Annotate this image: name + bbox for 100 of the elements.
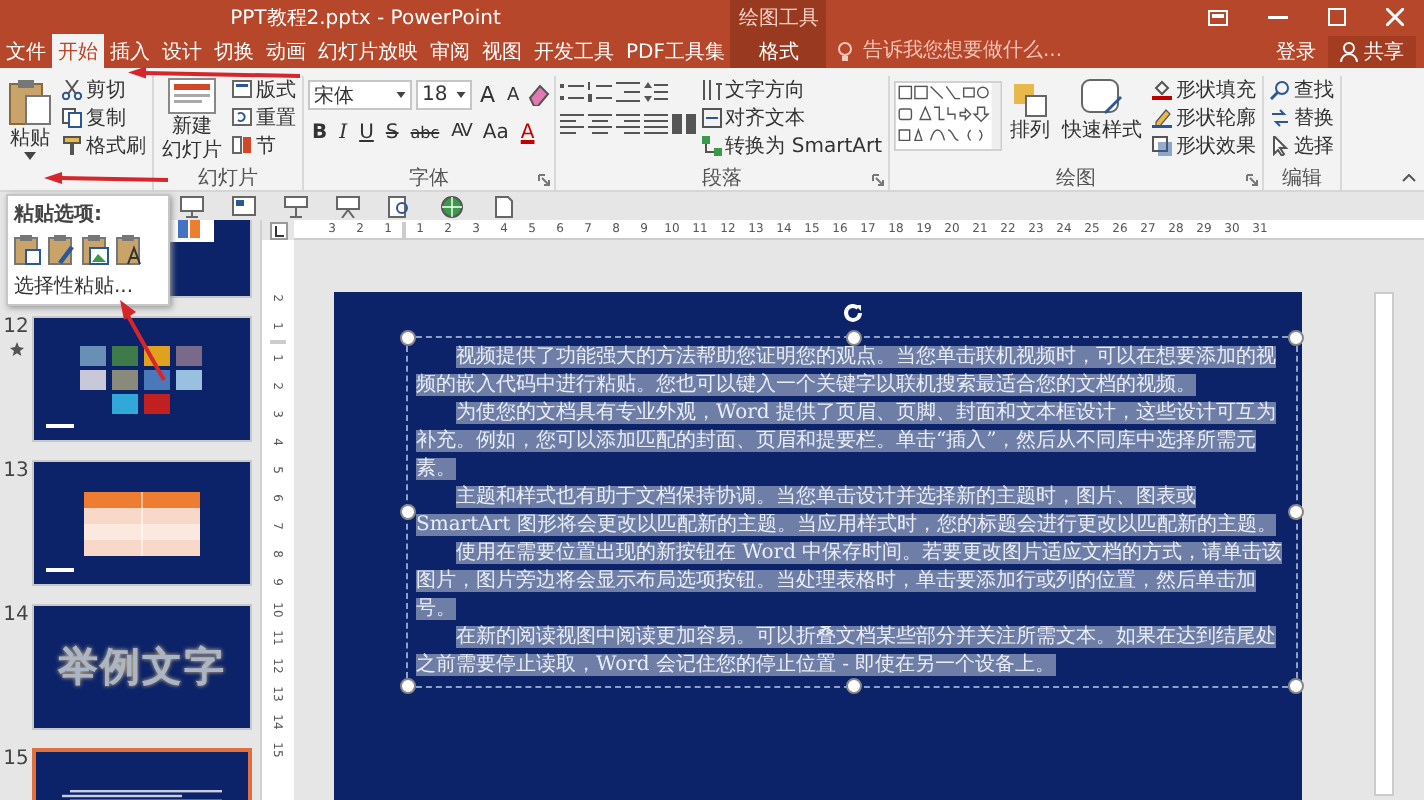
ribbon-tab[interactable]: 设计 (156, 34, 208, 68)
section-button[interactable]: 节 (230, 132, 298, 158)
numbered-list-icon[interactable] (587, 82, 612, 102)
group-label: 字体 (408, 165, 449, 192)
dialog-launcher-icon[interactable] (1246, 174, 1259, 186)
presentation-icon[interactable] (336, 195, 360, 217)
align-center-icon[interactable] (587, 114, 612, 134)
slide-thumbnail[interactable]: 举例文字 (32, 604, 252, 730)
align-left-icon[interactable] (559, 114, 584, 134)
format-button[interactable]: Aa (478, 118, 513, 146)
font-name-field[interactable]: 宋体 (308, 80, 412, 110)
convert-to-smartart-button[interactable]: 转换为 SmartArt (699, 132, 885, 158)
close-icon[interactable] (1386, 8, 1404, 26)
resize-handle[interactable] (1288, 330, 1304, 346)
shape-gallery-drawing[interactable] (894, 76, 1003, 156)
eraser-icon[interactable] (527, 84, 550, 106)
dialog-launcher-icon[interactable] (537, 174, 550, 186)
new-slide-button[interactable]: 新建 幻灯片 (158, 76, 226, 164)
ribbon-tab[interactable]: 视图 (476, 34, 528, 68)
font-size-field[interactable]: 18 (416, 80, 472, 110)
copy-button[interactable]: 复制 (60, 104, 148, 130)
layout-button[interactable]: 版式 (230, 76, 298, 102)
group-label: 编辑 (1282, 165, 1323, 192)
rotate-handle-icon[interactable] (842, 302, 864, 324)
quick-styles-button[interactable]: 快速样式 (1058, 76, 1147, 144)
group-label: 段落 (701, 165, 742, 192)
screen-icon[interactable] (180, 195, 204, 217)
font-size-button[interactable]: A (476, 81, 500, 109)
paste-button[interactable]: 粘贴 (4, 76, 56, 162)
ribbon-tab[interactable]: 审阅 (424, 34, 476, 68)
resize-handle[interactable] (400, 330, 416, 346)
format-button[interactable]: B (308, 118, 332, 146)
resize-handle[interactable] (846, 678, 862, 694)
resize-handle[interactable] (400, 678, 416, 694)
magnifier-icon[interactable] (388, 195, 412, 217)
shape-fill-button[interactable]: 形状填充 (1150, 76, 1259, 102)
ribbon-display-icon[interactable] (1208, 9, 1228, 25)
paste-special-item[interactable]: 选择性粘贴... (14, 272, 162, 300)
format-button[interactable]: AV (447, 118, 475, 146)
cut-button[interactable]: 剪切 (60, 76, 148, 102)
find-button[interactable]: 查找 (1268, 76, 1337, 102)
align-right-icon[interactable] (615, 114, 640, 134)
collapse-ribbon-icon[interactable] (1402, 174, 1416, 182)
pencil-icon (1152, 107, 1173, 127)
reset-button[interactable]: 重置 (230, 104, 298, 130)
format-button[interactable]: abc (406, 118, 444, 146)
paste-theme-icon[interactable] (14, 234, 42, 266)
format-painter-button[interactable]: 格式刷 (60, 132, 148, 158)
ribbon-tab[interactable]: 动画 (260, 34, 312, 68)
ribbon-tab[interactable]: 开始 (52, 34, 104, 68)
format-button[interactable]: U (355, 118, 378, 146)
cursor-icon (1270, 135, 1291, 155)
ribbon-tab[interactable]: 开发工具 (528, 34, 620, 68)
share-button[interactable]: 共享 (1328, 35, 1416, 67)
format-button[interactable]: A (516, 118, 539, 146)
menu-heading: 粘贴选项: (14, 201, 104, 228)
scrollbar[interactable] (1374, 292, 1394, 796)
paste-text-only-icon[interactable] (116, 234, 144, 266)
shape-effects-button[interactable]: 形状效果 (1150, 132, 1259, 158)
resize-handle[interactable] (1288, 678, 1304, 694)
line-spacing-icon[interactable] (643, 82, 668, 102)
indent-icon[interactable] (615, 82, 640, 102)
format-button[interactable]: S (381, 118, 403, 146)
maximize-icon[interactable] (1328, 8, 1346, 26)
select-button[interactable]: 选择 (1268, 132, 1337, 158)
resize-handle[interactable] (400, 504, 416, 520)
scissors-icon (62, 79, 82, 99)
tab-stop-icon[interactable] (269, 221, 287, 239)
minimize-icon[interactable] (1268, 15, 1288, 19)
resize-handle[interactable] (1288, 504, 1304, 520)
search-field[interactable]: 告诉我您想要做什么... (858, 38, 1107, 64)
search-icon (1270, 79, 1291, 99)
bullet-list-icon[interactable] (559, 82, 584, 102)
ribbon-tab[interactable]: 幻灯片放映 (312, 34, 424, 68)
window-icon[interactable] (232, 196, 256, 216)
paste-keep-format-icon[interactable] (48, 234, 76, 266)
ribbon-tab[interactable]: 切换 (208, 34, 260, 68)
columns-icon[interactable] (671, 114, 696, 134)
slide-thumbnail[interactable] (32, 460, 252, 586)
replace-button[interactable]: 替换 (1268, 104, 1337, 130)
justify-icon[interactable] (643, 114, 668, 134)
podium-icon[interactable] (284, 195, 308, 217)
slide-thumbnail[interactable] (32, 316, 252, 442)
shape-outline-button[interactable]: 形状轮廓 (1150, 104, 1259, 130)
ribbon-tab[interactable]: 插入 (104, 34, 156, 68)
paste-picture-icon[interactable] (82, 234, 110, 266)
shape-effects-icon (1152, 135, 1173, 155)
dialog-launcher-icon[interactable] (872, 174, 885, 186)
text-direction-button[interactable]: 文字方向 (699, 76, 885, 102)
align-text-button[interactable]: 对齐文本 (699, 104, 885, 130)
globe-icon[interactable] (440, 195, 464, 217)
layout-icon (232, 80, 252, 98)
arrange-button[interactable]: 排列 (1006, 76, 1055, 144)
font-size-button[interactable]: A (503, 81, 524, 109)
resize-handle[interactable] (846, 330, 862, 346)
ribbon-tab[interactable]: 文件 (0, 34, 52, 68)
ribbon-tab[interactable]: PDF工具集 (620, 34, 731, 68)
format-button[interactable]: I (335, 118, 352, 146)
sign-in-link[interactable]: 登录 (1276, 37, 1316, 65)
reset-icon (232, 108, 252, 126)
